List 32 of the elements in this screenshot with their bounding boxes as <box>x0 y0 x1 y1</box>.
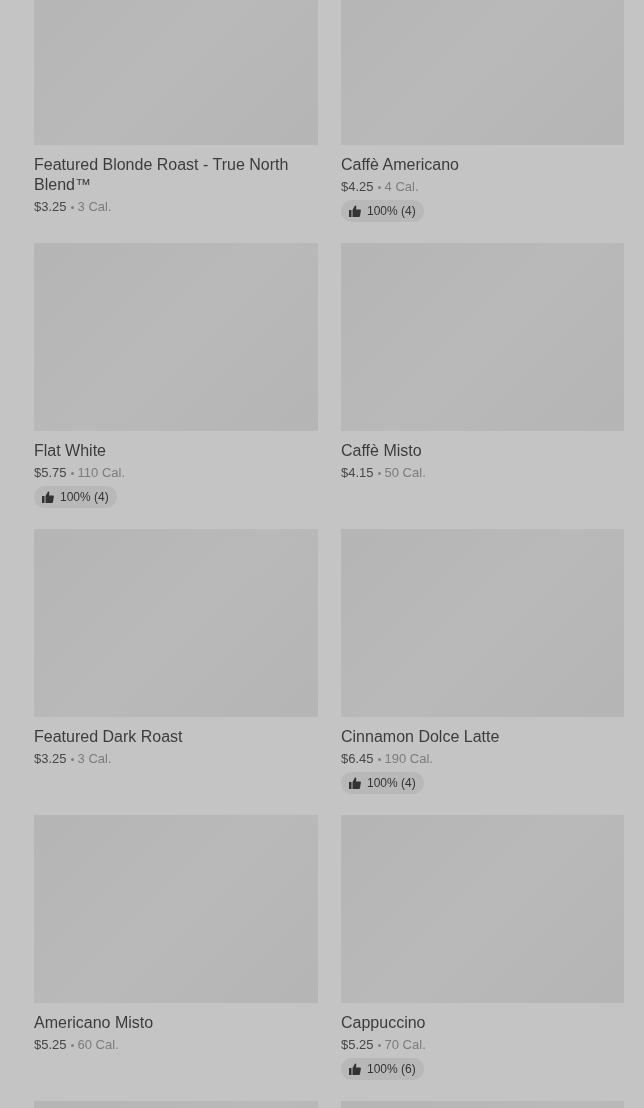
item-calories: 3 Cal. <box>77 750 112 768</box>
item-name: Featured Dark Roast <box>34 727 184 747</box>
item-name: Cinnamon Dolce Latte <box>341 727 501 747</box>
item-calories: 60 Cal. <box>77 1036 119 1054</box>
item-price: $5.75 <box>34 464 67 482</box>
item-price: $4.15 <box>341 464 374 482</box>
item-calories: 3 Cal. <box>77 198 112 216</box>
item-price: $3.25 <box>34 750 67 768</box>
item-calories: 50 Cal. <box>384 464 426 482</box>
rating-badge: 100% (4) <box>341 772 424 794</box>
item-name: Featured Blonde Roast - True North Blend™ <box>34 155 290 195</box>
item-price: $5.25 <box>341 1036 374 1054</box>
item-price: $4.25 <box>341 178 374 196</box>
rating-badge: 100% (4) <box>34 486 117 508</box>
item-calories: 110 Cal. <box>77 464 125 482</box>
item-name: Americano Misto <box>34 1013 155 1033</box>
thumbs-up-icon <box>42 491 54 503</box>
rating-badge: 100% (6) <box>341 1058 424 1080</box>
item-price: $3.25 <box>34 198 67 216</box>
item-name: Flat White <box>34 441 107 461</box>
thumbs-up-icon <box>349 777 361 789</box>
thumbs-up-icon <box>349 1063 361 1075</box>
rating-badge: 100% (4) <box>341 200 424 222</box>
item-calories: 4 Cal. <box>384 178 419 196</box>
thumbs-up-icon <box>349 205 361 217</box>
item-calories: 190 Cal. <box>384 750 433 768</box>
item-name: Cappuccino <box>341 1013 427 1033</box>
item-calories: 70 Cal. <box>384 1036 426 1054</box>
item-name: Caffè Misto <box>341 441 423 461</box>
item-price: $5.25 <box>34 1036 67 1054</box>
item-name: Caffè Americano <box>341 155 460 175</box>
item-price: $6.45 <box>341 750 374 768</box>
